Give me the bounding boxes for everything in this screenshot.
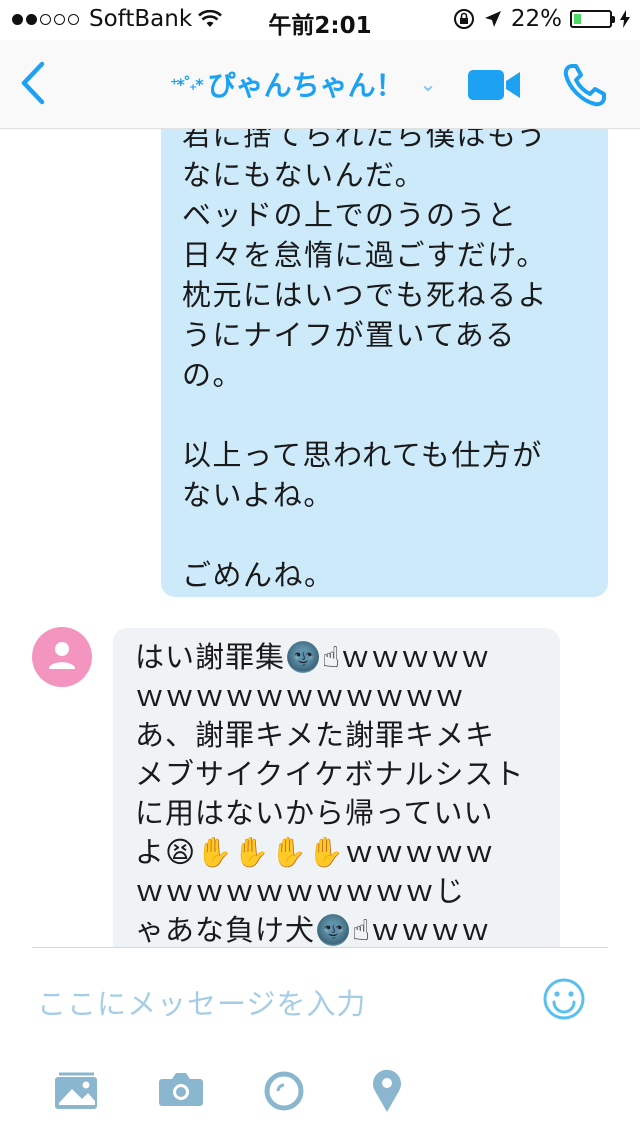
camera-icon[interactable] (158, 1071, 204, 1107)
incoming-message-bubble[interactable]: はい謝罪集🌚☝ｗｗｗｗｗ ｗｗｗｗｗｗｗｗｗｗｗ あ、謝罪キメた謝罪キメキ メブ… (113, 628, 560, 947)
avatar[interactable] (32, 627, 92, 687)
outgoing-message-bubble[interactable]: 君に捨てられたら僕はもう なにもないんだ。 ベッドの上でのうのうと 日々を怠惰に… (161, 129, 608, 597)
gif-circle-icon[interactable] (264, 1071, 304, 1111)
video-call-icon[interactable] (468, 68, 520, 102)
sparkle-decoration: ⁺*˚₊* (170, 74, 204, 94)
location-pin-icon[interactable] (372, 1069, 402, 1113)
message-composer: ここにメッセージを入力 (0, 947, 640, 1136)
contact-name: ぴゃんちゃん！ (207, 69, 404, 102)
charging-bolt-icon (620, 10, 630, 28)
emoji-icon[interactable] (542, 977, 586, 1021)
battery-icon (570, 10, 615, 28)
location-arrow-icon (484, 11, 501, 27)
contact-title[interactable]: ⁺*˚₊* ぴゃんちゃん！ ⌄ (170, 64, 436, 104)
composer-divider (32, 947, 608, 948)
back-chevron-icon[interactable] (14, 58, 54, 108)
battery-percent: 22% (510, 6, 562, 32)
phone-call-icon[interactable] (562, 62, 608, 108)
rotation-lock-icon (453, 9, 474, 29)
status-right-group: 22% (453, 6, 630, 32)
message-input[interactable]: ここにメッセージを入力 (37, 981, 366, 1023)
chevron-down-icon: ⌄ (419, 72, 437, 96)
status-bar: SoftBank 午前2:01 22% (0, 0, 640, 40)
default-user-icon (49, 642, 75, 669)
photo-gallery-icon[interactable] (54, 1071, 100, 1111)
message-thread[interactable]: 君に捨てられたら僕はもう なにもないんだ。 ベッドの上でのうのうと 日々を怠惰に… (0, 129, 640, 947)
conversation-header: ⁺*˚₊* ぴゃんちゃん！ ⌄ (0, 40, 640, 129)
